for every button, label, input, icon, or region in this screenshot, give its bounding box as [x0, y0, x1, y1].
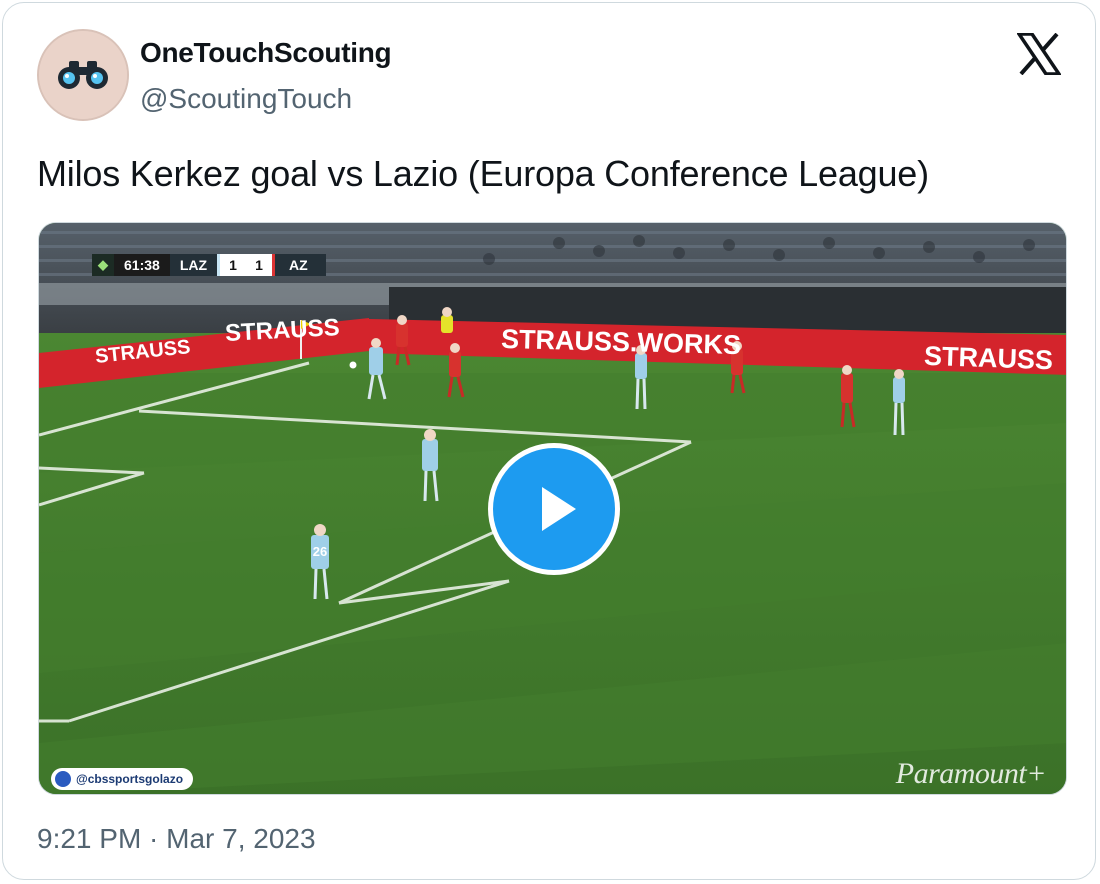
x-logo-icon[interactable] [1015, 32, 1063, 76]
author-display-name[interactable]: OneTouchScouting [140, 37, 392, 69]
video-credit: @cbssportsgolazo [51, 768, 194, 790]
avatar[interactable] [37, 29, 129, 121]
ad-board-text: STRAUSS [224, 314, 341, 347]
scorebug: ◆ 61:38 LAZ 1 1 AZ [92, 254, 326, 276]
broadcaster-watermark: Paramount+ [895, 757, 1047, 790]
match-clock: 61:38 [114, 254, 170, 276]
play-icon [542, 487, 576, 531]
tweet-card: OneTouchScouting @ScoutingTouch Milos Ke… [2, 2, 1096, 880]
away-team: AZ [275, 254, 326, 276]
credit-handle: @cbssportsgolazo [76, 772, 184, 786]
cbs-logo-icon [55, 771, 71, 787]
home-team: LAZ [169, 254, 218, 276]
home-score: 1 [217, 254, 247, 276]
jersey-number: 26 [313, 544, 327, 559]
competition-logo-icon: ◆ [92, 254, 114, 276]
tweet-text: Milos Kerkez goal vs Lazio (Europa Confe… [37, 153, 929, 194]
author-handle[interactable]: @ScoutingTouch [140, 83, 352, 115]
away-score: 1 [246, 254, 276, 276]
ad-board-text: STRAUSS.WORKS [500, 323, 742, 361]
ad-board-text: STRAUSS [923, 340, 1054, 376]
play-button[interactable] [488, 443, 620, 575]
binoculars-icon [39, 31, 127, 119]
tweet-timestamp[interactable]: 9:21 PM · Mar 7, 2023 [37, 823, 316, 855]
video-player[interactable]: 26 STRAUSS STRAUSS STRAUSS.WORKS STRAUSS… [38, 222, 1067, 795]
